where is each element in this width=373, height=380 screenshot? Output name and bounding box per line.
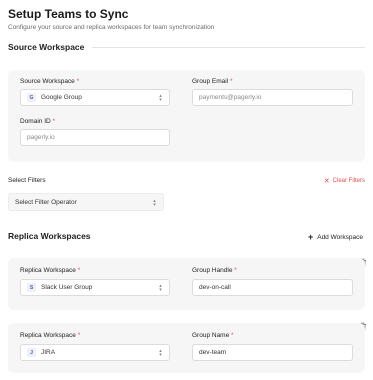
filter-operator-select[interactable]: Select Filter Operator ▴ ▾ bbox=[8, 193, 164, 211]
select-filters-label: Select Filters bbox=[8, 177, 46, 184]
source-workspace-value: Google Group bbox=[41, 94, 82, 101]
replica-workspace-select[interactable]: J JIRA ▴ ▾ bbox=[20, 344, 170, 361]
domain-id-label: Domain ID * bbox=[20, 118, 56, 125]
group-name-label: Group Name * bbox=[192, 332, 234, 339]
source-workspace-select[interactable]: G Google Group ▴ ▾ bbox=[20, 89, 170, 106]
clear-filters-button[interactable]: ✕ Clear Filters bbox=[324, 177, 365, 185]
chevron-updown-icon: ▴ ▾ bbox=[159, 348, 162, 358]
source-workspace-label: Source Workspace * bbox=[20, 78, 80, 85]
google-group-icon: G bbox=[27, 93, 36, 102]
domain-id-input[interactable]: pagerly.io bbox=[20, 129, 170, 146]
group-email-label: Group Email * bbox=[192, 78, 233, 85]
group-name-input[interactable]: dev-team bbox=[192, 344, 353, 361]
slack-icon: S bbox=[27, 283, 36, 292]
replica-section-heading: Replica Workspaces bbox=[8, 231, 91, 241]
chevron-updown-icon: ▴ ▾ bbox=[153, 198, 156, 208]
group-email-input[interactable]: payments@pagerly.io bbox=[192, 89, 353, 106]
group-handle-input[interactable]: dev-on-call bbox=[192, 279, 353, 296]
replica-workspace-select[interactable]: S Slack User Group ▴ ▾ bbox=[20, 279, 170, 296]
chevron-updown-icon: ▴ ▾ bbox=[159, 93, 162, 103]
source-section-heading: Source Workspace bbox=[8, 42, 85, 52]
page-title: Setup Teams to Sync bbox=[8, 7, 129, 21]
replica-workspace-label: Replica Workspace * bbox=[20, 332, 81, 339]
group-handle-label: Group Handle * bbox=[192, 267, 237, 274]
add-workspace-button[interactable]: + Add Workspace bbox=[308, 232, 363, 242]
page-subtitle: Configure your source and replica worksp… bbox=[8, 24, 215, 31]
replica-workspace-card: Replica Workspace * J JIRA ▴ ▾ Group Name… bbox=[8, 323, 365, 373]
replica-workspace-label: Replica Workspace * bbox=[20, 267, 81, 274]
section-divider bbox=[92, 47, 365, 48]
close-icon: ✕ bbox=[323, 178, 330, 185]
chevron-updown-icon: ▴ ▾ bbox=[159, 283, 162, 293]
jira-icon: J bbox=[27, 348, 36, 357]
plus-icon: + bbox=[307, 232, 314, 242]
replica-workspace-card: Replica Workspace * S Slack User Group ▴… bbox=[8, 258, 365, 310]
source-workspace-card: Source Workspace * G Google Group ▴ ▾ Gro… bbox=[8, 70, 365, 162]
